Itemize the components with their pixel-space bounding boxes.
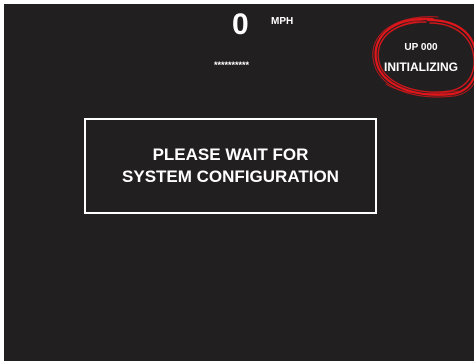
message-line-1: PLEASE WAIT FOR: [152, 145, 309, 164]
message-line-2: SYSTEM CONFIGURATION: [122, 167, 339, 186]
display-screen: 0 MPH ********** UP 000 INITIALIZING PLE…: [4, 4, 474, 361]
masked-field: **********: [214, 60, 250, 70]
highlight-circle-icon: [372, 16, 474, 98]
speed-value: 0: [232, 8, 249, 41]
wait-message-box: PLEASE WAIT FOR SYSTEM CONFIGURATION: [84, 118, 377, 214]
status-code: UP 000: [404, 42, 438, 53]
status-state: INITIALIZING: [384, 60, 458, 74]
speed-unit: MPH: [271, 16, 294, 27]
status-indicator: UP 000 INITIALIZING: [368, 14, 474, 100]
